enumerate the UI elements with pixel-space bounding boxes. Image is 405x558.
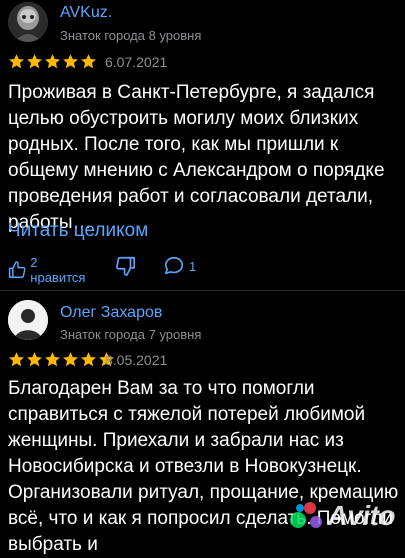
star-icon [9,352,24,367]
review-card: AVKuz. Знаток города 8 уровня 6.07.2021 … [0,0,405,285]
star-icon [81,54,96,69]
thumbs-up-icon [8,261,26,278]
like-button[interactable]: 2 нравится [8,255,88,285]
author-name[interactable]: Олег Захаров [60,304,162,322]
avito-watermark: Avito [289,500,396,532]
dislike-button[interactable] [114,255,136,277]
avito-logo-icon [289,502,324,530]
review-divider [0,290,405,291]
star-icon [63,54,78,69]
watermark-text: Avito [327,500,396,531]
thumbs-down-icon [116,256,135,276]
star-icon [9,54,24,69]
star-icon [45,352,60,367]
read-more-link[interactable]: Читать целиком [8,220,148,242]
comments-button[interactable]: 1 [163,255,196,277]
review-date: 6.07.2021 [105,54,168,70]
review-text: Проживая в Санкт-Петербурге, я задался ц… [8,82,385,233]
avatar[interactable] [8,2,48,42]
user-placeholder-icon [8,300,48,340]
comment-icon [164,256,184,275]
likes-label: 2 нравится [30,255,86,285]
comments-count: 1 [189,258,197,274]
author-name[interactable]: AVKuz. [60,4,112,22]
star-icon [27,54,42,69]
star-icon [27,352,42,367]
star-icon [81,352,96,367]
avatar-photo-icon [8,2,48,42]
star-icon [63,352,78,367]
rating-stars [8,351,115,369]
avatar[interactable] [8,300,48,340]
rating-stars [8,53,97,71]
author-level: Знаток города 7 уровня [60,327,202,342]
review-date: 8.05.2021 [105,352,168,368]
star-icon [45,54,60,69]
author-level: Знаток города 8 уровня [60,28,202,43]
